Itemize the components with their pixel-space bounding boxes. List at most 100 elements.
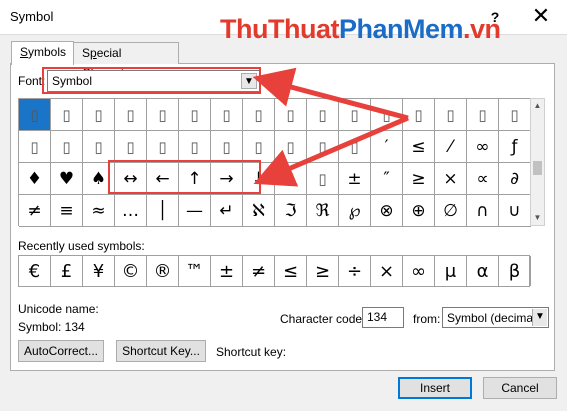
scroll-up-icon[interactable]: ▲ — [531, 99, 544, 113]
symbol-cell[interactable]: — — [179, 195, 211, 227]
symbol-cell[interactable]: ▯ — [179, 99, 211, 131]
recent-symbol-cell[interactable]: ÷ — [339, 256, 371, 286]
symbol-cell[interactable]: ℘ — [339, 195, 371, 227]
symbol-cell[interactable]: ▯ — [467, 99, 499, 131]
autocorrect-button[interactable]: AutoCorrect... — [18, 340, 104, 362]
symbol-cell[interactable]: ▯ — [115, 99, 147, 131]
symbol-cell[interactable]: ℵ — [243, 195, 275, 227]
watermark-logo: ThuThuatPhanMem.vn — [220, 14, 501, 44]
close-button[interactable]: ✕ — [528, 4, 554, 30]
symbol-cell[interactable]: ▯ — [243, 131, 275, 163]
arrows-highlight-box — [108, 160, 261, 194]
symbol-cell[interactable]: ▯ — [83, 99, 115, 131]
symbol-cell[interactable]: ▯ — [211, 131, 243, 163]
symbol-cell[interactable]: ▯ — [51, 99, 83, 131]
symbol-cell[interactable]: ∝ — [467, 163, 499, 195]
symbol-cell[interactable]: ♦ — [19, 163, 51, 195]
symbol-cell[interactable]: ▯ — [275, 163, 307, 195]
tab-special-characters[interactable]: Special Characters — [73, 42, 179, 80]
symbol-cell[interactable]: ∪ — [499, 195, 531, 227]
character-code-input[interactable]: 134 — [362, 307, 404, 328]
symbol-cell[interactable]: ∞ — [467, 131, 499, 163]
recent-symbol-cell[interactable]: ≤ — [275, 256, 307, 286]
recent-symbol-cell[interactable]: ∞ — [403, 256, 435, 286]
symbol-cell[interactable]: ▯ — [339, 131, 371, 163]
recent-symbol-cell[interactable]: × — [371, 256, 403, 286]
help-button[interactable]: ? — [483, 6, 507, 28]
symbol-cell[interactable]: ▯ — [147, 99, 179, 131]
symbol-cell[interactable]: ▯ — [307, 99, 339, 131]
recent-symbol-cell[interactable]: © — [115, 256, 147, 286]
recent-symbol-cell[interactable]: μ — [435, 256, 467, 286]
symbol-cell[interactable]: ′ — [371, 131, 403, 163]
symbol-cell[interactable]: ▯ — [371, 99, 403, 131]
symbol-cell[interactable]: │ — [147, 195, 179, 227]
symbol-cell[interactable]: ▯ — [179, 131, 211, 163]
font-highlight-box — [42, 67, 261, 94]
from-value: Symbol (decimal) — [447, 311, 533, 325]
recent-symbol-cell[interactable]: ™ — [179, 256, 211, 286]
symbol-cell[interactable]: ▯ — [19, 99, 51, 131]
symbol-cell[interactable]: ≥ — [403, 163, 435, 195]
grid-scrollbar[interactable]: ▲ ▼ — [530, 98, 545, 226]
symbol-cell[interactable]: ▯ — [307, 163, 339, 195]
symbol-cell[interactable]: ± — [339, 163, 371, 195]
symbol-cell[interactable]: ∩ — [467, 195, 499, 227]
symbol-cell[interactable]: ▯ — [19, 131, 51, 163]
recent-symbol-cell[interactable]: ≥ — [307, 256, 339, 286]
symbol-cell[interactable]: ℑ — [275, 195, 307, 227]
cancel-button[interactable]: Cancel — [483, 377, 557, 399]
recent-symbols-grid: € £ ¥ © ® ™ ± ≠ ≤ ≥ ÷ × ∞ μ α β — [18, 255, 531, 287]
symbol-cell[interactable]: ℜ — [307, 195, 339, 227]
symbol-cell[interactable]: × — [435, 163, 467, 195]
symbol-cell[interactable]: ▯ — [211, 99, 243, 131]
tab-symbols[interactable]: Symbols — [11, 41, 74, 65]
scroll-down-icon[interactable]: ▼ — [531, 211, 544, 225]
symbol-cell[interactable]: ⁄ — [435, 131, 467, 163]
symbol-cell[interactable]: ▯ — [115, 131, 147, 163]
symbol-cell[interactable]: ⊗ — [371, 195, 403, 227]
symbol-cell[interactable]: ″ — [371, 163, 403, 195]
character-code-label: Character code: — [280, 312, 366, 326]
from-dropdown[interactable]: Symbol (decimal) ▼ — [442, 307, 549, 328]
recent-symbol-cell[interactable]: ¥ — [83, 256, 115, 286]
recent-symbol-cell[interactable]: £ — [51, 256, 83, 286]
symbol-cell[interactable]: ▯ — [499, 99, 531, 131]
symbol-cell[interactable]: ▯ — [339, 99, 371, 131]
symbol-cell[interactable]: ƒ — [499, 131, 531, 163]
symbol-cell[interactable]: ▯ — [275, 99, 307, 131]
from-label: from: — [413, 312, 441, 326]
symbol-cell[interactable]: ∂ — [499, 163, 531, 195]
window-title: Symbol — [10, 9, 54, 24]
recent-symbol-cell[interactable]: β — [499, 256, 531, 286]
symbol-cell[interactable]: ↵ — [211, 195, 243, 227]
recent-symbol-cell[interactable]: ≠ — [243, 256, 275, 286]
recent-symbol-cell[interactable]: ± — [211, 256, 243, 286]
recent-symbol-cell[interactable]: α — [467, 256, 499, 286]
recent-symbol-cell[interactable]: ® — [147, 256, 179, 286]
recent-symbol-cell[interactable]: € — [19, 256, 51, 286]
recent-symbols-label: Recently used symbols: — [18, 239, 145, 253]
symbol-cell[interactable]: ▯ — [403, 99, 435, 131]
insert-button[interactable]: Insert — [398, 377, 472, 399]
symbol-cell[interactable]: … — [115, 195, 147, 227]
scroll-thumb[interactable] — [533, 161, 542, 175]
symbol-cell[interactable]: ≡ — [51, 195, 83, 227]
symbol-cell[interactable]: ▯ — [147, 131, 179, 163]
symbol-cell[interactable]: ♥ — [51, 163, 83, 195]
symbol-cell[interactable]: ▯ — [307, 131, 339, 163]
symbol-cell[interactable]: ≈ — [83, 195, 115, 227]
symbol-cell[interactable]: ▯ — [51, 131, 83, 163]
symbol-cell[interactable]: ▯ — [275, 131, 307, 163]
shortcut-key-button[interactable]: Shortcut Key... — [116, 340, 206, 362]
symbol-cell[interactable]: ∅ — [435, 195, 467, 227]
symbol-cell[interactable]: ≤ — [403, 131, 435, 163]
symbol-cell[interactable]: ⊕ — [403, 195, 435, 227]
symbol-grid: ▯ ▯ ▯ ▯ ▯ ▯ ▯ ▯ ▯ ▯ ▯ ▯ ▯ ▯ ▯ ▯ ▯ ▯ ▯ ▯ ▯ ▯ ▯ ▯ ▯ ▯ ▯ ′ ≤ ⁄ ∞ ƒ ♦ ♥ ♠ ↔ ← ↑ → ↓… — [18, 98, 531, 227]
symbol-cell[interactable]: ▯ — [435, 99, 467, 131]
symbol-cell[interactable]: ▯ — [243, 99, 275, 131]
symbol-cell[interactable]: ≠ — [19, 195, 51, 227]
unicode-name-label: Unicode name: — [18, 302, 99, 316]
symbol-cell[interactable]: ▯ — [83, 131, 115, 163]
chevron-down-icon[interactable]: ▼ — [532, 309, 547, 326]
